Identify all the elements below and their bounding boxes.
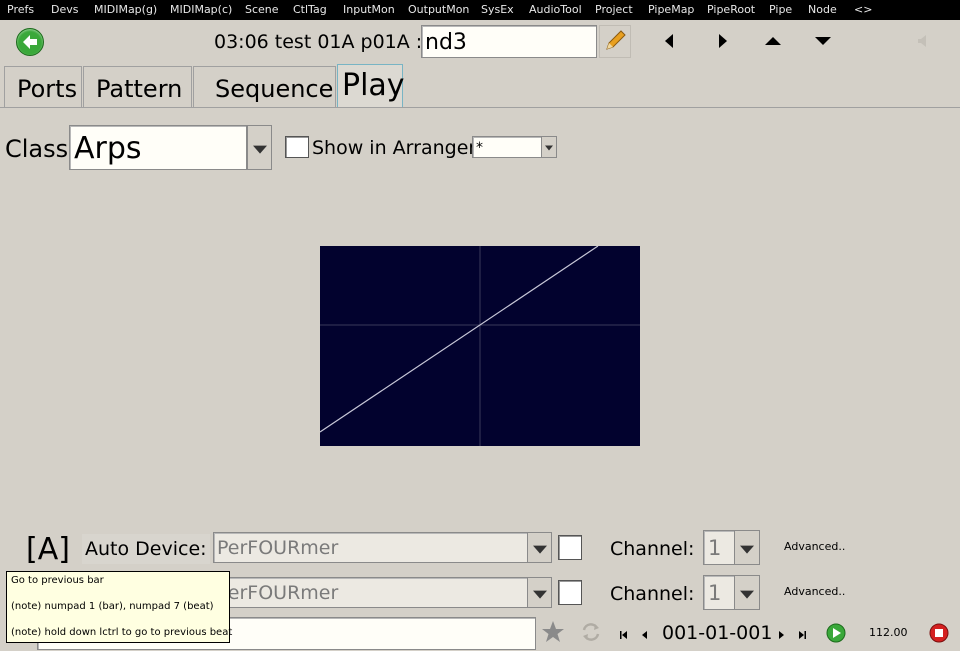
menu-midimap-c[interactable]: MIDIMap(c) [170, 3, 232, 17]
tooltip: Go to previous bar (note) numpad 1 (bar)… [6, 571, 233, 643]
chevron-down-icon [532, 545, 547, 554]
arrow-left-icon [642, 631, 647, 639]
nav-left-button[interactable] [662, 33, 676, 49]
show-in-arranger-label: Show in Arranger [312, 137, 477, 159]
stop-icon [929, 623, 949, 643]
menu-node[interactable]: Node [808, 3, 837, 17]
class-label: Class: [5, 135, 77, 163]
slot-tag: [A] [26, 532, 70, 567]
tab-pattern[interactable]: Pattern [83, 66, 192, 107]
arranger-combo-value[interactable]: * [472, 136, 542, 158]
nav-down-button[interactable] [814, 35, 832, 47]
arrow-left-icon [665, 34, 673, 48]
nav-up-button[interactable] [764, 35, 782, 47]
arrow-down-icon [815, 37, 831, 45]
menu-project[interactable]: Project [595, 3, 633, 17]
device-checkbox-2[interactable] [558, 580, 582, 605]
channel-combo-value-2[interactable]: 1 [703, 575, 735, 610]
channel-label-1: Channel: [610, 538, 695, 560]
menu-more[interactable]: <> [854, 3, 872, 17]
device-combo-value-1[interactable]: PerFOURmer [213, 532, 528, 563]
stop-button[interactable] [929, 623, 949, 647]
menu-pipemap[interactable]: PipeMap [648, 3, 694, 17]
menu-piperoot[interactable]: PipeRoot [707, 3, 755, 17]
auto-device-label: Auto Device: [82, 534, 210, 564]
menu-scene[interactable]: Scene [245, 3, 279, 17]
class-combo-value[interactable]: Arps [69, 125, 247, 170]
favorite-button[interactable] [541, 620, 565, 648]
loop-button[interactable] [579, 620, 603, 648]
menu-audiotool[interactable]: AudioTool [529, 3, 582, 17]
back-button[interactable] [16, 28, 44, 56]
device-combo-value-2[interactable]: PerFOURmer [213, 577, 528, 608]
menu-pipe[interactable]: Pipe [769, 3, 792, 17]
graph-curve-line [319, 245, 599, 433]
device-combo-dropdown-1[interactable] [527, 532, 552, 563]
menu-sysex[interactable]: SysEx [481, 3, 514, 17]
rename-button[interactable] [599, 25, 631, 58]
play-icon [826, 623, 846, 643]
tab-ports[interactable]: Ports [4, 66, 82, 107]
arranger-combo-dropdown[interactable] [541, 136, 557, 158]
chevron-down-icon [252, 145, 267, 154]
loop-icon [582, 623, 600, 641]
curve-graph[interactable] [319, 245, 640, 446]
transport-position: 001-01-001 [662, 622, 773, 644]
node-name-input[interactable]: nd3 [421, 25, 597, 58]
header-title: 03:06 test 01A p01A : [214, 31, 423, 53]
device-checkbox-1[interactable] [558, 535, 582, 560]
nav-right-button[interactable] [716, 33, 730, 49]
device-combo-dropdown-2[interactable] [527, 577, 552, 608]
chevron-down-icon [545, 145, 553, 151]
menu-inputmon[interactable]: InputMon [343, 3, 395, 17]
menu-outputmon[interactable]: OutputMon [408, 3, 469, 17]
class-combo-dropdown[interactable] [247, 125, 272, 170]
menu-ctltag[interactable]: CtlTag [293, 3, 327, 17]
play-button[interactable] [826, 623, 846, 647]
show-in-arranger-checkbox[interactable] [285, 136, 309, 158]
advanced-link-2[interactable]: Advanced.. [784, 585, 845, 598]
back-arrow-icon [23, 35, 37, 49]
chevron-down-icon [740, 590, 754, 599]
next-bar-button[interactable] [776, 626, 786, 645]
skip-back-icon [620, 631, 627, 639]
channel-combo-value-1[interactable]: 1 [703, 530, 735, 565]
go-to-start-button[interactable] [619, 626, 629, 645]
tempo-value[interactable]: 112.00 [869, 626, 908, 639]
arrow-right-icon [779, 631, 784, 639]
arrow-up-icon [765, 37, 781, 45]
arrow-right-icon [719, 34, 727, 48]
channel-label-2: Channel: [610, 583, 695, 605]
star-icon [542, 621, 564, 642]
go-to-end-button[interactable] [797, 626, 807, 645]
speaker-icon [918, 35, 926, 47]
tooltip-title: Go to previous bar [11, 575, 104, 586]
tooltip-line-1: (note) numpad 1 (bar), numpad 7 (beat) [11, 601, 214, 612]
menu-midimap-g[interactable]: MIDIMap(g) [94, 3, 157, 17]
speaker-button[interactable] [914, 33, 930, 49]
previous-bar-button[interactable] [640, 626, 650, 645]
chevron-down-icon [740, 545, 754, 554]
pencil-icon [606, 30, 626, 50]
tooltip-line-2: (note) hold down lctrl to go to previous… [11, 627, 233, 638]
tab-play[interactable]: Play [337, 64, 405, 108]
channel-combo-dropdown-1[interactable] [734, 530, 760, 565]
menu-devs[interactable]: Devs [51, 3, 78, 17]
advanced-link-1[interactable]: Advanced.. [784, 540, 845, 553]
chevron-down-icon [532, 590, 547, 599]
skip-forward-icon [799, 631, 806, 639]
menu-prefs[interactable]: Prefs [7, 3, 34, 17]
channel-combo-dropdown-2[interactable] [734, 575, 760, 610]
tab-sequence[interactable]: Sequence [193, 66, 336, 107]
menu-bar: Prefs Devs MIDIMap(g) MIDIMap(c) Scene C… [0, 0, 960, 20]
tab-divider [0, 107, 960, 108]
curve-graph-svg [319, 245, 640, 446]
